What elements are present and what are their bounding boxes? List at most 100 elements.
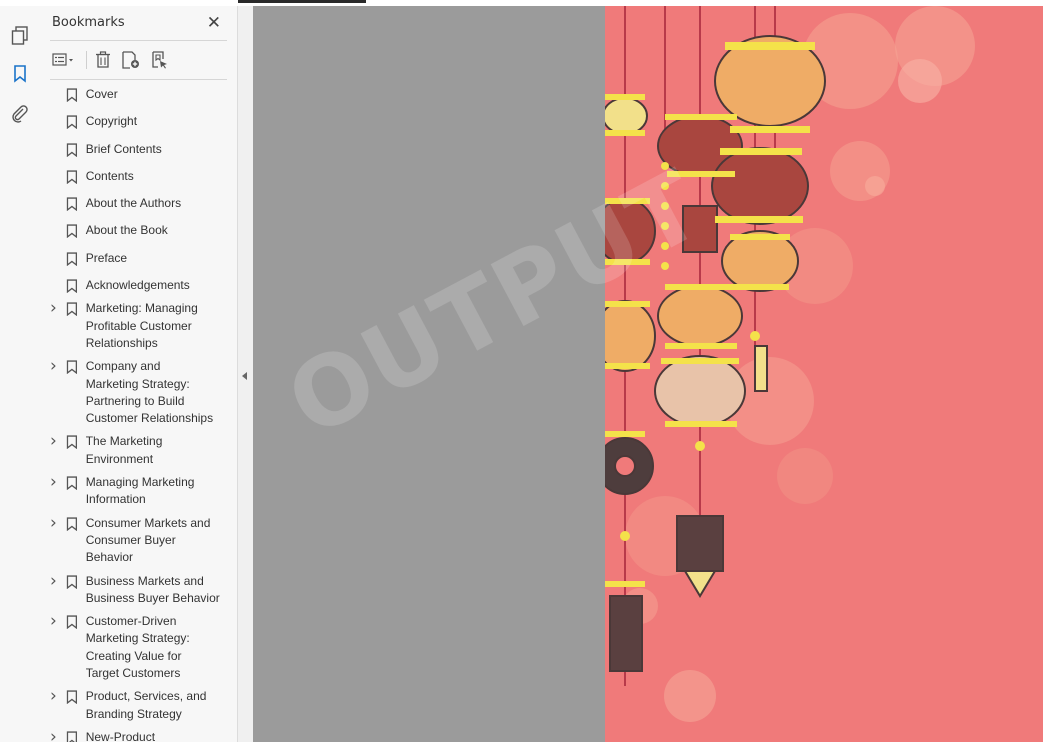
- bookmarks-panel: Bookmarks ✕ Cover Copyright Brief Conten…: [40, 6, 237, 742]
- bookmark-label-line: Partnering to Build: [85, 393, 185, 408]
- bookmark-label: Customer-Driven Marketing Strategy: Creati…: [86, 613, 220, 682]
- bookmark-label-line: Acknowledgements: [85, 278, 190, 293]
- cover-illustration: [605, 6, 1043, 742]
- bookmark-label-line: Target Customers: [85, 666, 181, 681]
- bookmark-label-line: Environment: [85, 451, 154, 466]
- bookmark-item[interactable]: › Product, Services, and Branding Strategy: [40, 688, 220, 723]
- bookmark-label-line: Copyright: [85, 114, 138, 129]
- collapse-arrow-icon: [242, 372, 247, 380]
- bookmark-item[interactable]: › Company and Marketing Strategy: Partnerin…: [40, 358, 220, 427]
- bookmark-item[interactable]: Brief Contents: [40, 141, 220, 158]
- bookmark-icon: [66, 574, 77, 589]
- bookmark-label: Copyright: [86, 113, 220, 130]
- bookmark-label: Acknowledgements: [86, 277, 220, 294]
- bookmark-label-line: Consumer Buyer: [85, 532, 176, 547]
- expand-current-bookmark-button[interactable]: [151, 50, 169, 70]
- bookmark-label: The Marketing Environment: [86, 433, 220, 468]
- bookmark-label: New-Product: [86, 729, 220, 742]
- bookmark-icon: [66, 360, 77, 375]
- bookmark-label-line: About the Authors: [85, 196, 182, 211]
- bookmark-label: Brief Contents: [86, 141, 220, 158]
- bookmark-item[interactable]: Contents: [40, 168, 220, 185]
- bookmark-label-line: Customer-Driven: [85, 614, 177, 629]
- bookmark-item[interactable]: › Customer-Driven Marketing Strategy: Creat…: [40, 613, 220, 682]
- bookmark-label-line: Relationships: [85, 335, 158, 350]
- expand-chevron-icon[interactable]: ›: [50, 300, 62, 317]
- delete-bookmark-button[interactable]: [95, 50, 111, 70]
- bookmark-label-line: Marketing Strategy:: [85, 631, 190, 646]
- bookmark-label-line: Creating Value for: [85, 648, 182, 663]
- expand-chevron-icon[interactable]: ›: [50, 358, 62, 375]
- bookmark-item[interactable]: Cover: [40, 86, 220, 103]
- page-thumbnails-button[interactable]: [6, 22, 34, 50]
- bookmark-label: Company and Marketing Strategy: Partnering…: [86, 358, 220, 427]
- document-page-cover: [605, 6, 1043, 742]
- bookmark-item[interactable]: › New-Product: [40, 728, 220, 742]
- expand-chevron-icon[interactable]: ›: [50, 688, 62, 705]
- options-menu-button[interactable]: [52, 50, 76, 70]
- bookmark-label-line: Profitable Customer: [85, 318, 192, 333]
- panel-collapse-handle[interactable]: [237, 6, 254, 742]
- bookmark-label: Preface: [86, 250, 220, 267]
- bookmark-label-line: Consumer Markets and: [85, 515, 211, 530]
- bookmarks-toolbar: [52, 50, 179, 70]
- delete-icon: [96, 51, 110, 68]
- bookmark-label-line: Managing Marketing: [85, 475, 195, 490]
- toolbar-divider: [86, 51, 87, 69]
- bookmark-label: Contents: [86, 168, 220, 185]
- expand-chevron-icon[interactable]: ›: [50, 613, 62, 630]
- bookmark-label: About the Book: [86, 222, 220, 239]
- expand-chevron-icon[interactable]: ›: [50, 474, 62, 491]
- bookmark-item[interactable]: Acknowledgements: [40, 277, 220, 294]
- bookmark-label-line: New-Product: [85, 729, 156, 742]
- bookmark-icon: [66, 476, 77, 491]
- bookmark-label: Managing Marketing Information: [86, 474, 220, 509]
- expand-chevron-icon[interactable]: ›: [50, 433, 62, 450]
- close-panel-button[interactable]: ✕: [207, 13, 221, 33]
- bookmarks-rail-button[interactable]: [6, 60, 34, 88]
- page-thumbnails-icon: [11, 26, 28, 45]
- bookmark-label-line: Preface: [85, 250, 128, 265]
- document-page-left: [253, 6, 605, 742]
- bookmark-icon: [66, 88, 77, 102]
- bookmark-label-line: Marketing: Managing: [85, 301, 198, 316]
- panel-title: Bookmarks: [52, 15, 125, 30]
- bookmark-item[interactable]: › The Marketing Environment: [40, 433, 220, 468]
- bookmark-item[interactable]: Copyright: [40, 113, 220, 130]
- expand-chevron-icon[interactable]: ›: [50, 728, 62, 742]
- bookmarks-list: Cover Copyright Brief Contents Contents Abou…: [40, 86, 220, 742]
- navigation-rail: [0, 6, 41, 742]
- bookmark-label: Product, Services, and Branding Strategy: [86, 688, 220, 723]
- bookmark-icon: [66, 690, 77, 705]
- expand-current-bookmark-icon: [152, 51, 167, 69]
- new-bookmark-button[interactable]: [121, 50, 141, 70]
- bookmark-icon: [66, 224, 77, 239]
- bookmark-item[interactable]: › Managing Marketing Information: [40, 474, 220, 509]
- attachments-button[interactable]: [6, 100, 34, 128]
- expand-chevron-icon[interactable]: ›: [50, 572, 62, 590]
- attachments-icon: [12, 105, 28, 123]
- bookmark-label: Consumer Markets and Consumer Buyer Behavi…: [86, 515, 220, 567]
- bookmark-item[interactable]: About the Authors: [40, 195, 220, 212]
- bookmark-item[interactable]: › Consumer Markets and Consumer Buyer Behav…: [40, 514, 220, 567]
- bookmark-icon: [66, 435, 77, 450]
- bookmark-icon: [66, 252, 77, 266]
- options-menu-icon: [52, 53, 73, 66]
- bookmark-label-line: Contents: [85, 168, 134, 183]
- bookmark-item[interactable]: Preface: [40, 250, 220, 267]
- bookmark-icon: [66, 731, 77, 742]
- bookmark-item[interactable]: About the Book: [40, 222, 220, 239]
- bookmark-icon: [66, 279, 77, 294]
- bookmark-item[interactable]: › Marketing: Managing Profitable Customer R…: [40, 300, 220, 352]
- bookmark-label-line: Information: [85, 492, 146, 507]
- expand-chevron-icon[interactable]: ›: [50, 514, 62, 532]
- bookmark-label-line: About the Book: [85, 223, 168, 238]
- divider: [50, 40, 227, 41]
- bookmark-label-line: Product, Services, and: [85, 689, 207, 704]
- bookmark-label-line: Customer Relationships: [85, 411, 214, 426]
- bookmark-label-line: Cover: [85, 87, 118, 101]
- bookmark-icon: [66, 197, 77, 212]
- bookmark-label-line: Marketing Strategy:: [85, 376, 190, 391]
- bookmark-label-line: Behavior: [85, 550, 134, 565]
- bookmark-item[interactable]: › Business Markets and Business Buyer Beha…: [40, 572, 220, 608]
